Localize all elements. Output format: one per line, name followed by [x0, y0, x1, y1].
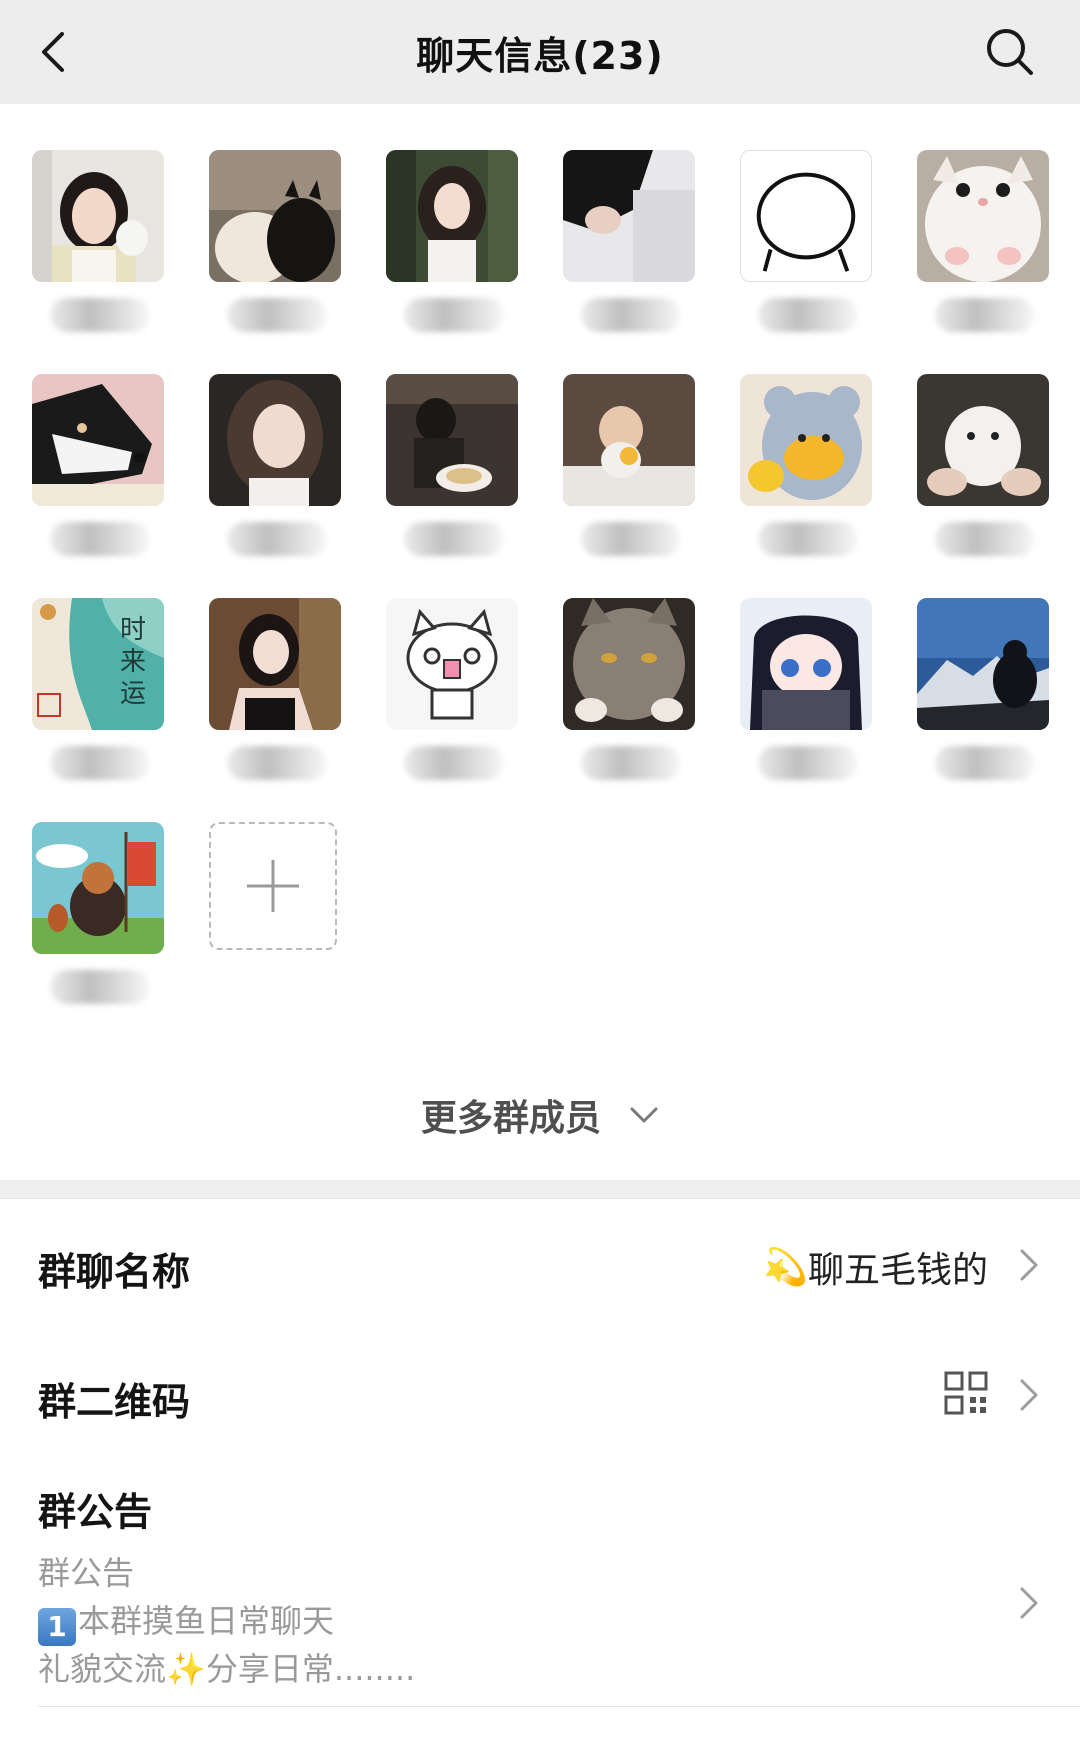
group-name-value: 💫 聊五毛钱的 — [763, 1241, 988, 1293]
avatar — [209, 374, 341, 506]
svg-text:运: 运 — [120, 679, 146, 709]
member-12[interactable] — [917, 374, 1049, 564]
avatar: 时 来 运 — [32, 598, 164, 730]
member-8[interactable] — [209, 374, 341, 564]
avatar — [917, 598, 1049, 730]
avatar — [917, 374, 1049, 506]
announcement-line-1-text: 本群摸鱼日常聊天 — [78, 1602, 335, 1640]
member-name — [935, 298, 1035, 332]
member-11[interactable] — [740, 374, 872, 564]
member-15[interactable] — [386, 598, 518, 788]
avatar — [32, 822, 164, 954]
announcement-sublabel: 群公告 — [38, 1554, 135, 1592]
member-4[interactable] — [563, 150, 695, 340]
avatar — [917, 150, 1049, 282]
avatar — [32, 374, 164, 506]
member-name — [404, 746, 504, 780]
top-nav-bar: 聊天信息(23) — [0, 0, 1080, 104]
group-name-text: 聊五毛钱的 — [807, 1250, 988, 1291]
member-19[interactable] — [32, 822, 164, 1012]
qr-code-row[interactable]: 群二维码 — [0, 1329, 1080, 1459]
sparkles-icon: ✨ — [166, 1650, 206, 1688]
announcement-row[interactable]: 群公告 群公告 1 本群摸鱼日常聊天 礼貌交流✨分享日常........ — [0, 1459, 1080, 1709]
row-divider — [38, 1706, 1080, 1707]
member-name — [758, 298, 858, 332]
member-1[interactable] — [32, 150, 164, 340]
avatar — [386, 374, 518, 506]
member-9[interactable] — [386, 374, 518, 564]
chevron-right-icon — [1014, 1245, 1042, 1285]
avatar — [386, 150, 518, 282]
member-6[interactable] — [917, 150, 1049, 340]
announcement-line-1: 1 本群摸鱼日常聊天 — [38, 1597, 938, 1646]
section-divider — [0, 1180, 1080, 1199]
member-name — [935, 522, 1035, 556]
avatar — [740, 150, 872, 282]
search-icon[interactable] — [980, 22, 1040, 82]
member-17[interactable] — [740, 598, 872, 788]
member-16[interactable] — [563, 598, 695, 788]
chevron-down-icon — [629, 1105, 659, 1125]
qr-code-label: 群二维码 — [38, 1380, 191, 1424]
announcement-line-2-b: 分享日常........ — [205, 1650, 416, 1688]
sparkle-emoji-icon: 💫 — [763, 1247, 808, 1288]
member-name — [50, 970, 150, 1004]
announcement-line-2: 礼貌交流✨分享日常........ — [38, 1645, 938, 1693]
plus-icon — [247, 860, 299, 912]
avatar — [740, 374, 872, 506]
more-members-button[interactable]: 更多群成员 — [0, 1080, 1080, 1150]
member-13[interactable]: 时 来 运 — [32, 598, 164, 788]
member-name — [581, 298, 681, 332]
member-2[interactable] — [209, 150, 341, 340]
announcement-label: 群公告 — [38, 1490, 153, 1534]
member-name — [581, 522, 681, 556]
add-member-tile[interactable] — [209, 822, 337, 950]
member-5[interactable] — [740, 150, 872, 340]
keycap-one-icon: 1 — [38, 1608, 76, 1646]
group-name-label: 群聊名称 — [38, 1250, 191, 1294]
member-name — [935, 746, 1035, 780]
announcement-line-2-a: 礼貌交流 — [38, 1650, 167, 1688]
member-name — [50, 746, 150, 780]
member-14[interactable] — [209, 598, 341, 788]
avatar — [209, 598, 341, 730]
member-name — [404, 522, 504, 556]
member-3[interactable] — [386, 150, 518, 340]
member-grid: 时 来 运 更多群成员 — [0, 104, 1080, 1180]
back-arrow-icon[interactable] — [26, 24, 82, 80]
member-10[interactable] — [563, 374, 695, 564]
member-18[interactable] — [917, 598, 1049, 788]
member-name — [758, 522, 858, 556]
svg-text:来: 来 — [120, 647, 146, 677]
add-member-button[interactable] — [209, 822, 341, 1012]
member-name — [50, 522, 150, 556]
chevron-right-icon — [1014, 1583, 1042, 1623]
svg-text:时: 时 — [120, 615, 146, 645]
member-name — [50, 298, 150, 332]
avatar — [563, 598, 695, 730]
member-name — [227, 522, 327, 556]
member-7[interactable] — [32, 374, 164, 564]
avatar — [386, 598, 518, 730]
member-name — [404, 298, 504, 332]
member-name — [227, 746, 327, 780]
avatar — [32, 150, 164, 282]
qr-code-icon — [944, 1371, 988, 1415]
member-name — [758, 746, 858, 780]
member-name — [581, 746, 681, 780]
member-name — [227, 298, 327, 332]
group-name-row[interactable]: 群聊名称 💫 聊五毛钱的 — [0, 1199, 1080, 1329]
page-title: 聊天信息(23) — [416, 33, 664, 78]
avatar — [740, 598, 872, 730]
chevron-right-icon — [1014, 1375, 1042, 1415]
avatar — [209, 150, 341, 282]
avatar — [563, 374, 695, 506]
avatar — [563, 150, 695, 282]
more-members-label: 更多群成员 — [420, 1098, 601, 1139]
